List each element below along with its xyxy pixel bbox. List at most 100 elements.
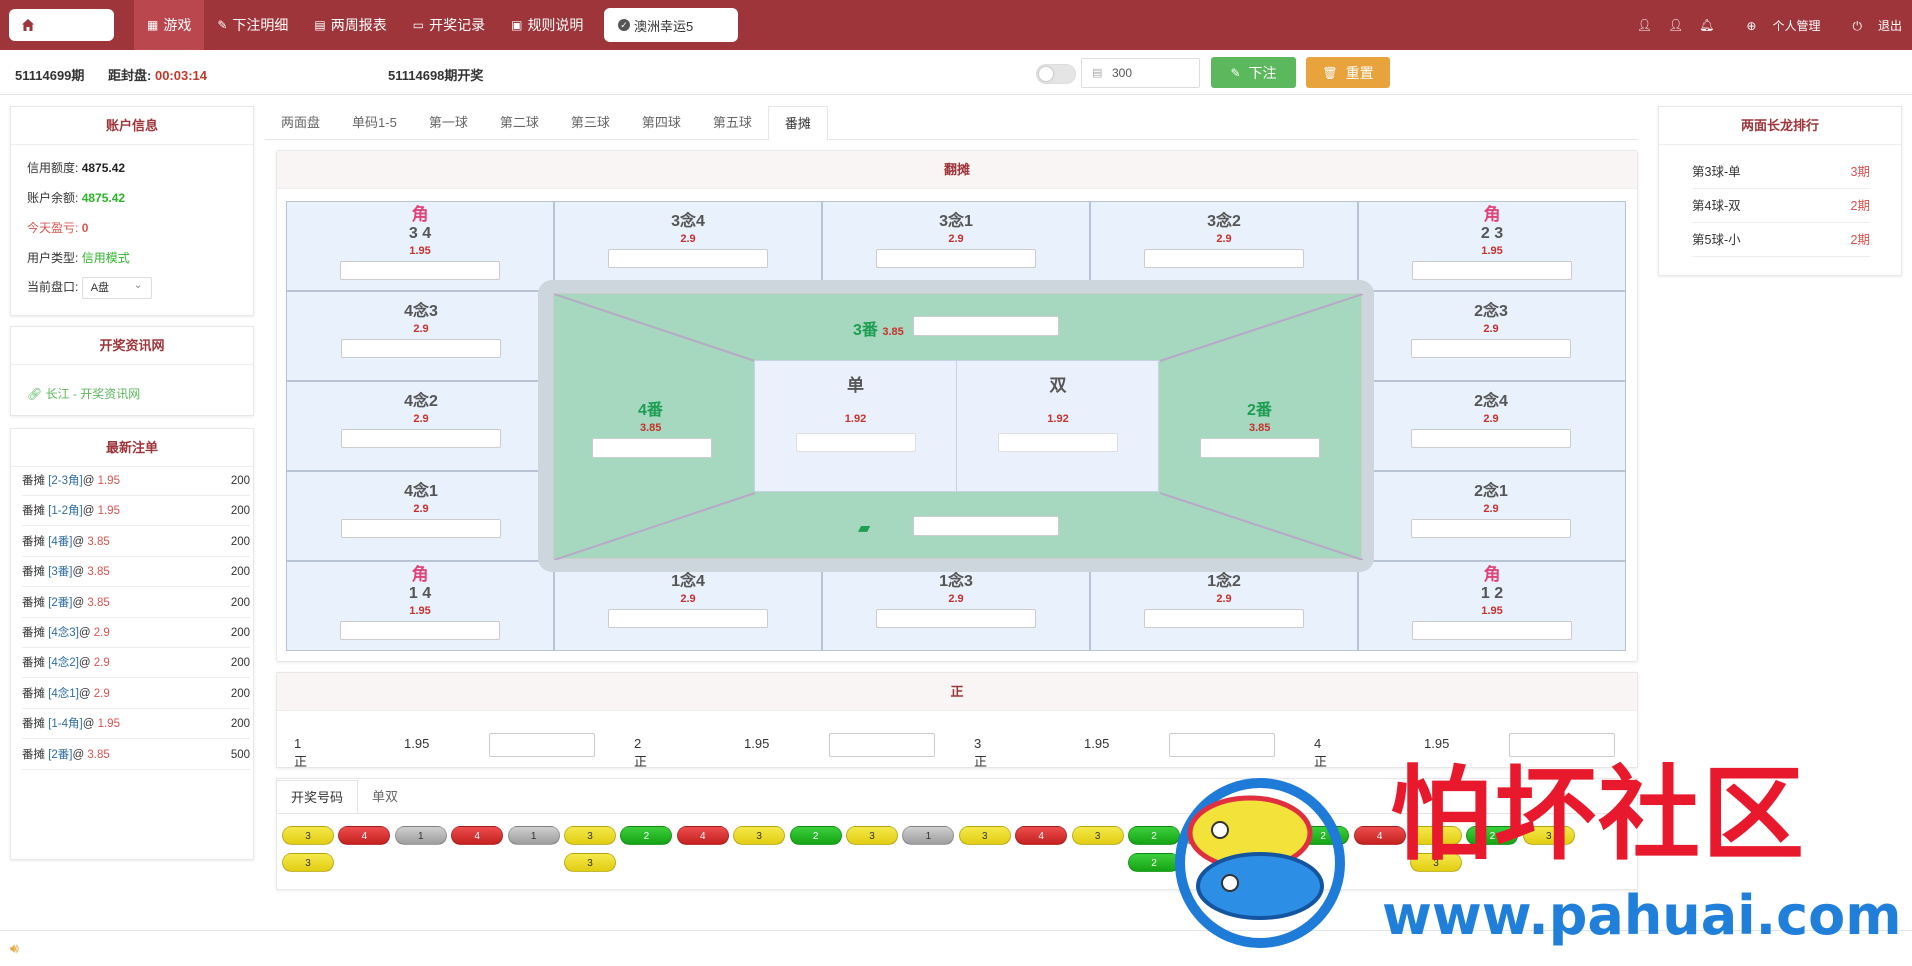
bet-amount-input[interactable]: ▤ 300 xyxy=(1081,58,1200,88)
order-row[interactable]: 番摊 [1-4角]@ 1.95 200 xyxy=(22,709,250,740)
order-row[interactable]: 番摊 [2-3角]@ 1.95 200 xyxy=(22,466,250,496)
bell-icon[interactable]: 🔔︎ xyxy=(1699,18,1714,32)
cell-bet-input[interactable] xyxy=(876,609,1036,628)
place-bet-button[interactable]: ✎ 下注 xyxy=(1211,57,1296,88)
order-link[interactable]: [2番] xyxy=(48,597,72,609)
play-tabs: 两面盘 单码1-5 第一球 第二球 第三球 第四球 第五球 番摊 xyxy=(265,106,1637,141)
reset-button[interactable]: 🗑︎ 重置 xyxy=(1306,57,1390,88)
fan3-input[interactable] xyxy=(913,316,1059,336)
main-nav: ▦ 游戏 ✎ 下注明细 ▤ 两周报表 ▭ 开奖记录 ▣ 规则说明 xyxy=(134,0,596,50)
game-tab-active[interactable]: ✓ 澳洲幸运5 xyxy=(604,8,738,42)
order-row[interactable]: 番摊 [4番]@ 3.85 200 xyxy=(22,527,250,557)
users-icon[interactable]: 👤︎ xyxy=(1668,18,1683,32)
tab-ball-1[interactable]: 第一球 xyxy=(413,106,484,140)
draw-ball: 4 xyxy=(338,826,391,845)
order-link[interactable]: [2-3角] xyxy=(48,475,83,487)
order-odd: 2.9 xyxy=(93,687,110,700)
order-row[interactable]: 番摊 [4念2]@ 2.9 200 xyxy=(22,648,250,679)
cell-bet-input[interactable] xyxy=(1412,261,1572,280)
order-row[interactable]: 番摊 [2番]@ 3.85 200 xyxy=(22,588,250,618)
order-row[interactable]: 番摊 [3番]@ 3.85 200 xyxy=(22,557,250,588)
fan4-input[interactable] xyxy=(592,438,712,458)
order-amount: 200 xyxy=(230,718,250,731)
tab-draw-numbers[interactable]: 开奖号码 xyxy=(276,780,359,814)
cell-bet-input[interactable] xyxy=(340,261,500,280)
order-link[interactable]: [1-2角] xyxy=(48,505,83,517)
fantan-cell-bottom-4: 角1 2 1.95 xyxy=(1358,561,1626,651)
order-link[interactable]: [4念1] xyxy=(48,688,79,700)
user-icon[interactable]: 👤︎ xyxy=(1637,18,1652,32)
personal-manage-link[interactable]: ⊕ 个人管理 xyxy=(1730,17,1820,34)
zheng-bet-input[interactable] xyxy=(829,733,935,757)
logout-link[interactable]: ⏻ 退出 xyxy=(1836,17,1902,34)
cell-bet-input[interactable] xyxy=(1411,429,1571,448)
results-divider xyxy=(276,813,1638,814)
top-navbar: ▦ 游戏 ✎ 下注明细 ▤ 两周报表 ▭ 开奖记录 ▣ 规则说明 ✓ 澳洲幸运5 👤︎ 👤︎… xyxy=(0,0,1912,50)
nav-draw-records[interactable]: ▭ 开奖记录 xyxy=(400,0,498,50)
cell-bet-input[interactable] xyxy=(1411,519,1571,538)
zheng-bet-input[interactable] xyxy=(1509,733,1615,757)
zheng-bet-input[interactable] xyxy=(489,733,595,757)
zheng-odd: 1.95 xyxy=(404,736,430,751)
tab-odd-even[interactable]: 单双 xyxy=(358,780,412,814)
fan2-input[interactable] xyxy=(1200,438,1320,458)
nav-rules[interactable]: ▣ 规则说明 xyxy=(498,0,596,50)
cell-odd: 1.95 xyxy=(409,245,431,257)
home-button[interactable] xyxy=(9,9,114,41)
cell-odd: 1.95 xyxy=(1481,605,1503,617)
order-row[interactable]: 番摊 [1-2角]@ 1.95 200 xyxy=(22,496,250,527)
cell-bet-input[interactable] xyxy=(1144,609,1304,628)
order-link[interactable]: [3番] xyxy=(48,566,72,578)
plate-select[interactable]: A盘 xyxy=(81,275,152,299)
fan1-input[interactable] xyxy=(913,516,1059,536)
ranking-row: 第5球-小 2期 xyxy=(1692,223,1870,257)
order-link[interactable]: [4番] xyxy=(48,536,72,548)
message-icon: ▣ xyxy=(511,18,523,32)
tab-ball-5[interactable]: 第五球 xyxy=(697,106,768,140)
order-row[interactable]: 番摊 [4念1]@ 2.9 200 xyxy=(22,679,250,709)
cell-bet-input[interactable] xyxy=(1411,339,1571,358)
cell-bet-input[interactable] xyxy=(608,609,768,628)
nav-bet-details[interactable]: ✎ 下注明细 xyxy=(204,0,301,50)
order-link[interactable]: [1-4角] xyxy=(48,718,83,730)
nav-two-week-report[interactable]: ▤ 两周报表 xyxy=(301,0,399,50)
order-at: @ xyxy=(78,657,94,670)
cell-name: 4念1 xyxy=(404,483,438,500)
tab-fantan[interactable]: 番摊 xyxy=(767,106,828,141)
order-link[interactable]: [4念3] xyxy=(48,627,79,639)
order-type: 番摊 xyxy=(22,748,49,761)
order-link[interactable]: [4念2] xyxy=(48,657,79,669)
cell-bet-input[interactable] xyxy=(608,249,768,268)
order-link[interactable]: [2番] xyxy=(48,749,72,761)
cell-bet-input[interactable] xyxy=(1412,621,1572,640)
cell-name: 1念4 xyxy=(671,573,705,590)
order-row[interactable]: 番摊 [4念3]@ 2.9 200 xyxy=(22,618,250,648)
dan-input[interactable] xyxy=(795,433,916,452)
cell-name: 3念2 xyxy=(1207,213,1241,230)
cell-bet-input[interactable] xyxy=(341,519,501,538)
cell-name: 4念3 xyxy=(404,303,438,320)
tab-ball-2[interactable]: 第二球 xyxy=(484,106,555,140)
fantan-cell-bottom-3: 1念2 2.9 xyxy=(1090,561,1358,651)
order-row[interactable]: 番摊 [2番]@ 3.85 500 xyxy=(22,740,250,770)
cell-bet-input[interactable] xyxy=(1144,249,1304,268)
tab-liangmian[interactable]: 两面盘 xyxy=(265,106,336,140)
order-odd: 3.85 xyxy=(87,596,110,609)
info-site-link[interactable]: 🔗︎ 长江 - 开奖资讯网 xyxy=(27,385,140,402)
quick-bet-toggle[interactable] xyxy=(1036,64,1076,84)
nav-games[interactable]: ▦ 游戏 xyxy=(134,0,205,50)
table-icon: ▤ xyxy=(314,18,326,32)
cell-bet-input[interactable] xyxy=(340,621,500,640)
draw-ball: 3 xyxy=(282,853,334,872)
tab-ball-3[interactable]: 第三球 xyxy=(555,106,626,140)
cell-bet-input[interactable] xyxy=(876,249,1036,268)
shuang-input[interactable] xyxy=(998,433,1118,452)
dan-shuang-box: 单 1.92 双 1.92 xyxy=(754,360,1159,492)
order-type: 番摊 xyxy=(22,505,49,518)
cell-bet-input[interactable] xyxy=(341,429,501,448)
tab-danma[interactable]: 单码1-5 xyxy=(336,106,413,140)
tab-ball-4[interactable]: 第四球 xyxy=(626,106,697,140)
sound-icon[interactable]: 🔊︎ xyxy=(10,940,19,957)
cell-bet-input[interactable] xyxy=(341,339,501,358)
zheng-bet-input[interactable] xyxy=(1169,733,1275,757)
